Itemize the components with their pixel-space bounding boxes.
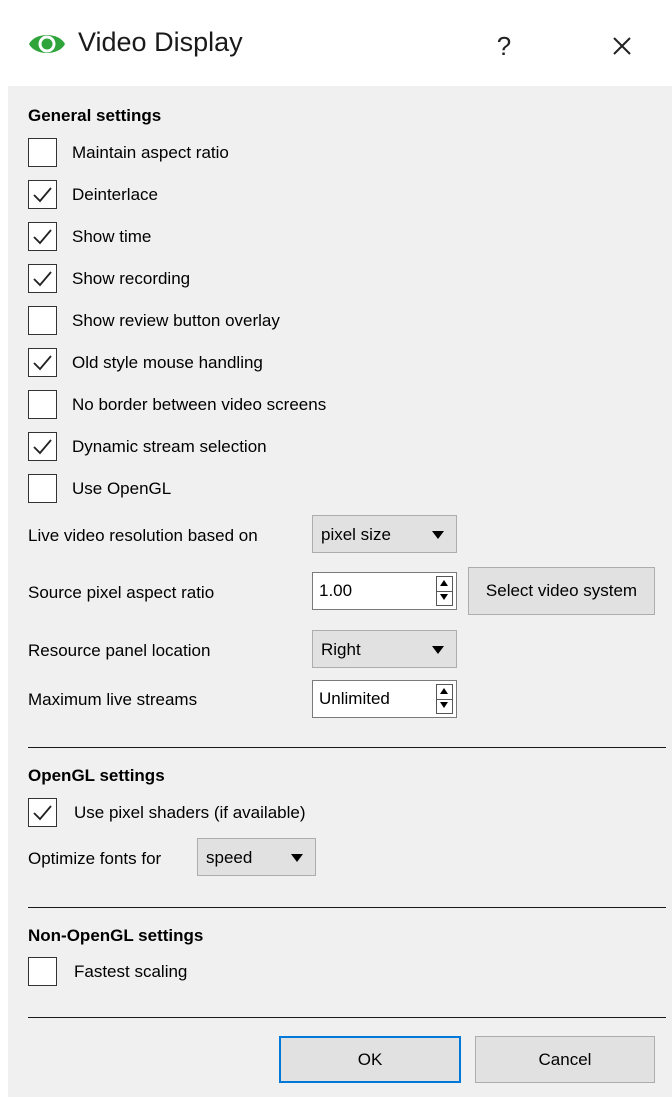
review-overlay-label: Show review button overlay — [72, 311, 280, 330]
general-settings-heading: General settings — [28, 106, 162, 125]
panel-location-value: Right — [321, 640, 361, 659]
pixel-shaders-checkbox[interactable] — [28, 798, 57, 827]
spin-down-icon[interactable] — [437, 699, 452, 713]
max-streams-stepper[interactable] — [436, 684, 453, 714]
chevron-down-icon — [291, 854, 303, 862]
optimize-fonts-select[interactable]: speed — [197, 838, 316, 876]
checkmark-icon — [33, 271, 52, 287]
aspect-ratio-input[interactable] — [313, 573, 419, 609]
eye-icon — [29, 35, 65, 53]
max-streams-label: Maximum live streams — [28, 690, 198, 709]
title-bar: Video Display ? — [0, 0, 672, 86]
optimize-fonts-label: Optimize fonts for — [28, 849, 162, 868]
panel-location-select[interactable]: Right — [312, 630, 457, 668]
aspect-ratio-label: Source pixel aspect ratio — [28, 583, 215, 602]
section-divider — [28, 747, 666, 748]
ok-button[interactable]: OK — [279, 1036, 461, 1083]
panel-location-label: Resource panel location — [28, 641, 211, 660]
checkmark-icon — [33, 187, 52, 203]
no-border-label: No border between video screens — [72, 395, 327, 414]
non-opengl-settings-heading: Non-OpenGL settings — [28, 926, 204, 945]
window-title: Video Display — [78, 27, 243, 57]
checkmark-icon — [33, 805, 52, 821]
fastest-scaling-checkbox[interactable] — [28, 957, 57, 986]
spin-up-icon[interactable] — [437, 577, 452, 592]
dialog-body: General settings Maintain aspect ratio D… — [8, 86, 672, 1097]
checkmark-icon — [33, 439, 52, 455]
aspect-ratio-spinbox[interactable] — [312, 572, 457, 610]
maintain-aspect-label: Maintain aspect ratio — [72, 143, 229, 162]
show-recording-label: Show recording — [72, 269, 191, 288]
max-streams-spinbox[interactable] — [312, 680, 457, 718]
opengl-settings-heading: OpenGL settings — [28, 766, 165, 785]
dynamic-stream-label: Dynamic stream selection — [72, 437, 267, 456]
section-divider — [28, 1017, 666, 1018]
deinterlace-label: Deinterlace — [72, 185, 158, 204]
review-overlay-checkbox[interactable] — [28, 306, 57, 335]
aspect-ratio-stepper[interactable] — [436, 576, 453, 606]
chevron-down-icon — [432, 531, 444, 539]
pixel-shaders-label: Use pixel shaders (if available) — [74, 803, 306, 822]
spin-down-icon[interactable] — [437, 591, 452, 605]
section-divider — [28, 907, 666, 908]
show-time-checkbox[interactable] — [28, 222, 57, 251]
chevron-down-icon — [432, 646, 444, 654]
fastest-scaling-label: Fastest scaling — [74, 962, 188, 981]
close-icon — [613, 37, 631, 55]
checkmark-icon — [33, 229, 52, 245]
max-streams-input[interactable] — [313, 681, 419, 717]
deinterlace-checkbox[interactable] — [28, 180, 57, 209]
select-video-system-button[interactable]: Select video system — [468, 567, 655, 615]
show-time-label: Show time — [72, 227, 152, 246]
live-resolution-label: Live video resolution based on — [28, 526, 258, 545]
maintain-aspect-checkbox[interactable] — [28, 138, 57, 167]
help-button[interactable]: ? — [480, 26, 528, 66]
old-mouse-label: Old style mouse handling — [72, 353, 263, 372]
live-resolution-select[interactable]: pixel size — [312, 515, 457, 553]
no-border-checkbox[interactable] — [28, 390, 57, 419]
old-mouse-checkbox[interactable] — [28, 348, 57, 377]
use-opengl-label: Use OpenGL — [72, 479, 172, 498]
use-opengl-checkbox[interactable] — [28, 474, 57, 503]
cancel-button[interactable]: Cancel — [475, 1036, 655, 1083]
live-resolution-value: pixel size — [321, 525, 391, 544]
close-button[interactable] — [600, 26, 644, 66]
dynamic-stream-checkbox[interactable] — [28, 432, 57, 461]
show-recording-checkbox[interactable] — [28, 264, 57, 293]
checkmark-icon — [33, 355, 52, 371]
spin-up-icon[interactable] — [437, 685, 452, 700]
optimize-fonts-value: speed — [206, 848, 253, 867]
